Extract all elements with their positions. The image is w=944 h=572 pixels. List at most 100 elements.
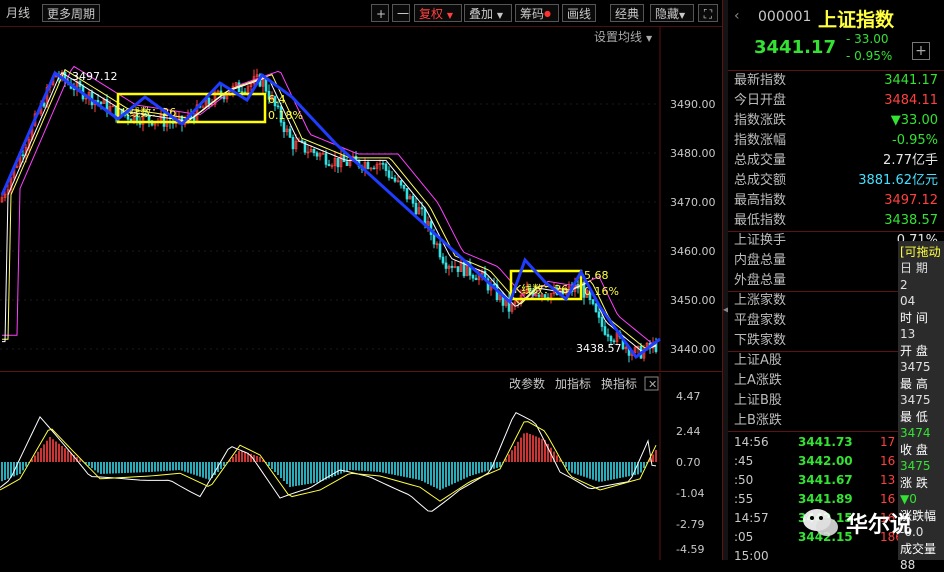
quote-row: 指数涨跌 ▼33.00 [728,111,944,131]
zoom-out-button[interactable]: 一 [392,4,410,22]
hide-dropdown[interactable]: 隐藏▼ [650,4,694,22]
candle [420,207,424,210]
quote-row-label: 平盘家数 [734,313,787,328]
candle [372,167,376,170]
candle [456,266,460,272]
candle [450,265,454,268]
fullscreen-icon[interactable]: ⛶ [698,4,718,22]
candle [594,303,598,313]
overlay-dropdown[interactable]: 叠加 ▼ [464,4,512,22]
candle [414,202,418,215]
ma-magenta-line [2,65,656,345]
quote-row-label: 上A涨跌 [734,373,782,388]
candle [201,106,205,109]
candle [21,154,25,157]
zoom-in-button[interactable]: + [371,4,389,22]
change-params-button[interactable]: 改参数 [509,376,545,391]
tick-price: 3441.67 [798,473,853,487]
index-name: 上证指数 [818,9,895,31]
candle [240,91,244,93]
ma-yellow-line [2,68,657,350]
overlay-item: 3475 [900,360,931,374]
quote-row-label: 今日开盘 [734,93,787,108]
draw-line-button[interactable]: 画线 [562,4,596,22]
price-tick-label: 3450.00 [670,294,716,307]
candle [591,299,595,305]
quote-row-label: 最高指数 [734,193,787,208]
add-indicator-button[interactable]: 加指标 [555,376,591,391]
macd-chart[interactable]: 改参数 加指标 换指标 ✕ 4.47 2.44 0.70 -1.04 -2.79 -4.5… [0,373,722,560]
quote-row: 总成交量 2.77亿手 [728,151,944,171]
quote-row-label: 上证换手 [734,233,787,248]
macd-chart-svg: 改参数 加指标 换指标 ✕ 4.47 2.44 0.70 -1.04 -2.79 -4.5… [0,373,704,560]
price-tick-label: 3440.00 [670,343,716,356]
quote-row-value: 3484.11 [884,93,938,108]
chevron-down-icon: ▼ [446,11,453,20]
index-change-pct: - 0.95% [846,49,893,63]
chips-label: 筹码 [520,7,545,21]
quote-row: 最新指数 3441.17 [728,71,944,91]
quote-row-label: 指数涨幅 [734,133,787,148]
overlay-item: 最 低 [900,409,928,424]
more-periods-button[interactable]: 更多周期 [42,4,101,22]
candle [99,101,103,104]
candle [312,148,316,154]
overlay-item: 3475 [900,393,931,407]
fuquan-label: 复权 [419,7,444,21]
set-ma-button[interactable]: 设置均线 [594,30,642,44]
price-axis: 3490.00 3480.00 3470.00 3460.00 3450.00 3440.… [670,98,716,356]
quote-row-label: 总成交量 [734,153,787,168]
zigzag-trend-line[interactable] [0,70,661,360]
candle [411,195,415,204]
candle [438,243,442,258]
quote-row: 总成交额 3881.62亿元 [728,171,944,191]
overlay-item: 2 [900,277,908,292]
range-box-1-pct: 0.18% [268,109,303,122]
pane-divider[interactable] [0,371,722,372]
kline-chart[interactable]: K线数：26 6.4 0.18% K线数：26 5.68 0.16% 3497.… [0,27,722,372]
tick-time: 15:00 [734,549,769,563]
candle [603,326,607,335]
range-box-1-top: 6.4 [268,93,286,106]
quote-row-label: 上证A股 [734,353,782,368]
quote-row-value: 3441.17 [884,73,938,88]
classic-button[interactable]: 经典 [610,4,644,22]
candle [609,336,613,342]
tick-time: 14:57 [734,511,769,525]
price-tick-label: 3480.00 [670,147,716,160]
quote-row: 指数涨幅 -0.95% [728,131,944,151]
fuquan-dropdown[interactable]: 复权 ▼ [414,4,462,22]
index-code: 000001 [758,9,812,25]
index-change: - 33.00 [846,32,889,46]
candle [342,155,346,163]
chevron-down-icon: ▼ [496,11,503,20]
quote-row-value: 3438.57 [884,213,938,228]
chart-toolbar: 月线 更多周期 + 一 复权 ▼ 叠加 ▼ 筹码● 画线 经典 隐藏▼ ⛶ [0,0,722,27]
macd-tick-label: -4.59 [676,543,704,556]
hide-label: 隐藏 [655,7,680,21]
candle [432,234,436,245]
prev-arrow-icon[interactable]: ‹ [734,8,740,24]
close-icon: ✕ [648,378,657,391]
candle [96,100,100,103]
tick-time: :05 [734,530,754,544]
candle [327,164,331,166]
chevron-down-icon: ▼ [646,34,653,43]
quote-row-value: ▼33.00 [890,113,938,128]
watermark-text: 华尔说 [846,513,913,538]
candle [282,121,286,133]
wechat-icon [803,509,838,536]
index-price: 3441.17 [754,37,836,58]
period-month-button[interactable]: 月线 [6,4,30,22]
overlay-item: ▼0 [900,492,917,506]
overlay-item: 88 [900,558,916,572]
candle [474,277,478,281]
add-watchlist-icon[interactable]: + [912,42,930,60]
chips-button[interactable]: 筹码● [515,4,559,22]
ma-white-line [2,72,657,352]
tick-volume: 13 [880,473,896,487]
switch-indicator-button[interactable]: 换指标 [601,376,637,391]
candle [324,153,328,165]
tick-time: :55 [734,492,754,506]
quote-row-value: 3497.12 [884,193,938,208]
